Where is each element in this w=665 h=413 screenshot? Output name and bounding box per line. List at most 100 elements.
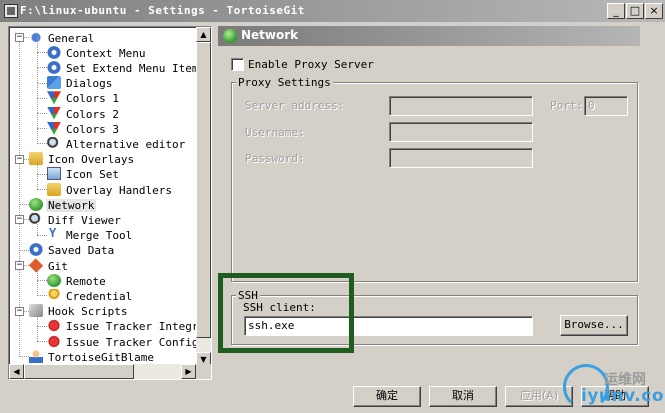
tree-item-label: Network bbox=[46, 198, 97, 212]
bug-icon bbox=[47, 319, 61, 333]
tree-item-label: Credential bbox=[66, 289, 133, 303]
tree-item[interactable]: Credential bbox=[47, 288, 134, 303]
tree-branch-line bbox=[37, 295, 47, 297]
tree-child-line bbox=[37, 128, 38, 144]
tree-item-label: Icon Overlays bbox=[48, 153, 135, 167]
tree-item[interactable]: Issue Tracker Integrat bbox=[47, 319, 196, 334]
collapse-icon[interactable]: − bbox=[15, 33, 24, 42]
tree-content: − General Context Menu Set Extend Menu Item… bbox=[9, 27, 196, 367]
tree-branch-line bbox=[19, 249, 29, 251]
browse-button[interactable]: Browse... bbox=[560, 315, 628, 336]
collapse-icon[interactable]: − bbox=[15, 215, 24, 225]
tree-child-line bbox=[37, 326, 38, 342]
server-address-label: Server address: bbox=[245, 99, 345, 112]
tree-branch-line bbox=[37, 97, 47, 99]
gear-icon bbox=[47, 45, 61, 59]
tree-branch-line bbox=[37, 52, 47, 54]
close-button[interactable]: × bbox=[645, 3, 663, 19]
tree-child-line bbox=[37, 113, 38, 129]
scroll-right-arrow-icon[interactable]: ▶ bbox=[181, 364, 196, 379]
tree-child-line bbox=[37, 67, 38, 83]
scroll-thumb[interactable] bbox=[196, 42, 211, 338]
port-label: Port: bbox=[550, 99, 584, 112]
collapse-icon[interactable]: − bbox=[15, 261, 24, 270]
tree-branch-line bbox=[19, 356, 29, 358]
tree-child-line bbox=[37, 280, 38, 296]
tree-item[interactable]: Diff Viewer bbox=[29, 212, 123, 227]
scroll-corner bbox=[196, 364, 211, 379]
watermark-url: iyunv.com bbox=[581, 386, 665, 406]
tree-item[interactable]: Git bbox=[28, 257, 70, 273]
tree-branch-line bbox=[37, 234, 47, 236]
tree-item[interactable]: TortoiseGitBlame bbox=[29, 349, 156, 364]
tree-branch-line bbox=[37, 143, 47, 145]
tree-branch-line bbox=[37, 113, 47, 114]
tree-item-label: Context Menu bbox=[66, 46, 146, 60]
tree-item[interactable]: Remote bbox=[47, 273, 108, 288]
general-icon bbox=[29, 30, 43, 44]
lock-icon bbox=[47, 288, 61, 302]
tree-child-line bbox=[37, 265, 38, 281]
magnifier-icon bbox=[29, 212, 43, 226]
tree-item[interactable]: Hook Scripts bbox=[29, 304, 129, 319]
tree-item[interactable]: Context Menu bbox=[47, 45, 147, 60]
tree-item[interactable]: Network bbox=[29, 197, 97, 212]
tree-item[interactable]: General bbox=[29, 30, 96, 45]
settings-tree[interactable]: − General Context Menu Set Extend Menu Item… bbox=[8, 26, 212, 380]
tree-child-line bbox=[37, 310, 38, 326]
tree-item-label: Git bbox=[48, 259, 68, 273]
tree-item-label: Diff Viewer bbox=[48, 213, 121, 227]
tree-item-label: Icon Set bbox=[66, 168, 119, 182]
port-input[interactable]: 0 bbox=[584, 96, 628, 116]
tree-item-label: Hook Scripts bbox=[48, 305, 128, 319]
cancel-button[interactable]: 取消 bbox=[429, 386, 497, 407]
tree-branch-line bbox=[37, 82, 47, 84]
tree-item[interactable]: Icon Overlays bbox=[29, 152, 136, 167]
tree-child-line bbox=[37, 158, 38, 174]
tree-horizontal-scrollbar[interactable]: ◀ ▶ bbox=[9, 364, 196, 379]
password-input[interactable] bbox=[389, 148, 533, 168]
highlight-annotation bbox=[218, 273, 354, 353]
tree-child-line bbox=[37, 174, 38, 190]
collapse-icon[interactable]: − bbox=[15, 306, 24, 316]
tree-item[interactable]: Colors 2 bbox=[47, 106, 121, 121]
tree-item-label: Dialogs bbox=[66, 77, 113, 91]
tree-item-label: Remote bbox=[66, 274, 106, 288]
tree-item[interactable]: Alternative editor bbox=[47, 136, 187, 151]
server-address-input[interactable] bbox=[389, 96, 533, 116]
maximize-button[interactable]: □ bbox=[626, 3, 644, 19]
git-icon bbox=[28, 257, 44, 273]
tree-item[interactable]: Colors 1 bbox=[47, 91, 121, 106]
password-label: Password: bbox=[245, 152, 305, 165]
tree-branch-line bbox=[37, 280, 47, 282]
tree-branch-line bbox=[19, 204, 29, 206]
tree-item[interactable]: Overlay Handlers bbox=[47, 182, 174, 197]
tree-item[interactable]: Colors 3 bbox=[47, 121, 121, 136]
tree-item[interactable]: Icon Set bbox=[47, 167, 121, 182]
username-input[interactable] bbox=[389, 122, 533, 142]
tree-item[interactable]: Issue Tracker Config bbox=[47, 334, 196, 349]
tree-item-label: Overlay Handlers bbox=[66, 183, 172, 197]
collapse-icon[interactable]: − bbox=[15, 154, 24, 164]
hook-icon bbox=[29, 304, 43, 318]
icon-set-icon bbox=[47, 167, 61, 181]
tree-item[interactable]: Set Extend Menu Item bbox=[47, 60, 196, 75]
tree-item[interactable]: Merge Tool bbox=[47, 226, 134, 243]
tree-item[interactable]: Saved Data bbox=[29, 243, 116, 258]
hscroll-thumb[interactable] bbox=[24, 364, 134, 379]
enable-proxy-checkbox[interactable] bbox=[231, 58, 244, 71]
proxy-settings-title: Proxy Settings bbox=[236, 76, 333, 89]
tree-item-label: Issue Tracker Config bbox=[66, 335, 196, 349]
gear-icon bbox=[47, 60, 61, 74]
enable-proxy-label[interactable]: Enable Proxy Server bbox=[248, 58, 374, 71]
title-bar: F:\linux-ubuntu - Settings - TortoiseGit… bbox=[0, 0, 665, 22]
tree-vertical-scrollbar[interactable]: ▲ ▼ bbox=[196, 27, 211, 367]
scroll-left-arrow-icon[interactable]: ◀ bbox=[9, 364, 24, 379]
tree-item[interactable]: Dialogs bbox=[47, 76, 114, 91]
ok-button[interactable]: 确定 bbox=[353, 386, 421, 407]
scroll-up-arrow-icon[interactable]: ▲ bbox=[196, 27, 211, 42]
minimize-button[interactable]: _ bbox=[607, 3, 625, 19]
tree-child-line bbox=[37, 37, 38, 53]
tree-item-label: Set Extend Menu Item bbox=[66, 61, 196, 75]
tree-item-label: Colors 3 bbox=[66, 122, 119, 136]
